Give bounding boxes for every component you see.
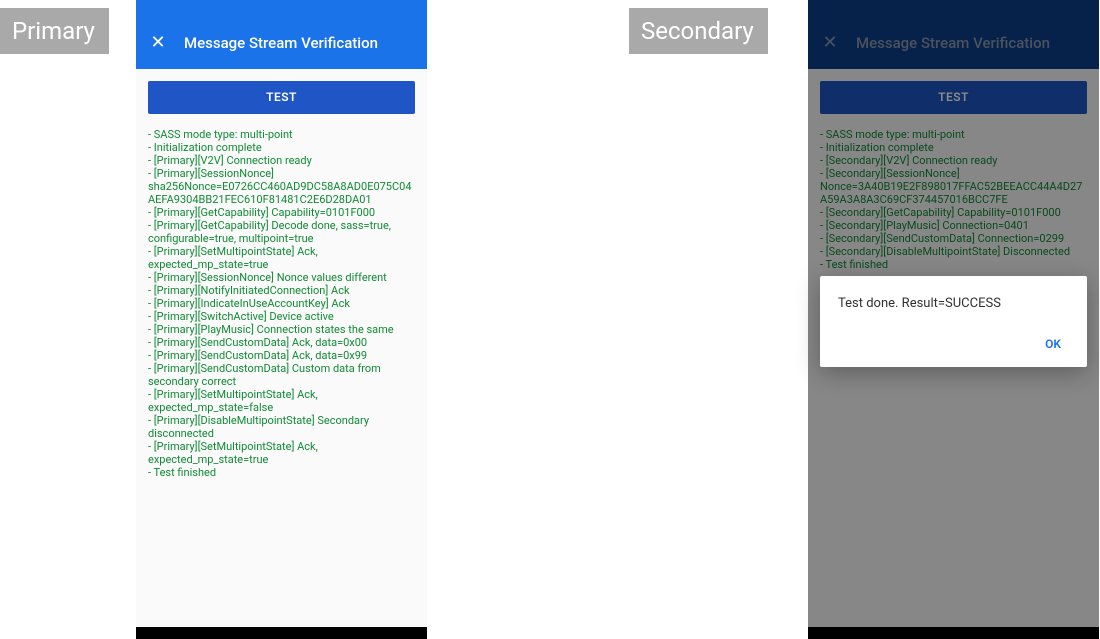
tag-primary-label: Primary — [12, 17, 95, 45]
navbar — [136, 627, 427, 639]
log-line: - [Primary][GetCapability] Capability=01… — [148, 206, 415, 219]
tag-secondary: Secondary — [629, 8, 768, 54]
log-line: - Initialization complete — [148, 141, 415, 154]
primary-content: TEST - SASS mode type: multi-point - Ini… — [136, 69, 427, 627]
appbar: ✕ Message Stream Verification — [136, 17, 427, 69]
log-line: - [Primary][SendCustomData] Ack, data=0x… — [148, 336, 415, 349]
primary-panel: ✕ Message Stream Verification TEST - SAS… — [136, 0, 427, 639]
appbar-title: Message Stream Verification — [184, 34, 378, 52]
secondary-panel: ✕ Message Stream Verification TEST - SAS… — [808, 0, 1099, 639]
log-line: - [Primary][SendCustomData] Ack, data=0x… — [148, 349, 415, 362]
test-button-label: TEST — [266, 90, 297, 104]
result-dialog: Test done. Result=SUCCESS OK — [820, 276, 1087, 367]
statusbar — [136, 0, 427, 17]
log-line: - [Primary][V2V] Connection ready — [148, 154, 415, 167]
log-line: - [Primary][SendCustomData] Custom data … — [148, 362, 415, 388]
log-line: - [Primary][DisableMultipointState] Seco… — [148, 414, 415, 440]
close-icon[interactable]: ✕ — [150, 35, 166, 51]
log-line: - [Primary][PlayMusic] Connection states… — [148, 323, 415, 336]
log-line: - SASS mode type: multi-point — [148, 128, 415, 141]
log-line: - [Primary][SetMultipointState] Ack, exp… — [148, 245, 415, 271]
dialog-ok-button[interactable]: OK — [1037, 329, 1069, 359]
tag-secondary-label: Secondary — [641, 17, 754, 45]
log-line: - [Primary][SwitchActive] Device active — [148, 310, 415, 323]
log-line: - [Primary][SetMultipointState] Ack, exp… — [148, 440, 415, 466]
log-line: - [Primary][NotifyInitiatedConnection] A… — [148, 284, 415, 297]
log-line: - [Primary][GetCapability] Decode done, … — [148, 219, 415, 245]
dialog-actions: OK — [838, 329, 1069, 359]
test-button[interactable]: TEST — [148, 81, 415, 114]
log-line: - [Primary][SessionNonce] sha256Nonce=E0… — [148, 167, 415, 206]
primary-log: - SASS mode type: multi-point - Initiali… — [148, 128, 415, 479]
log-line: - [Primary][IndicateInUseAccountKey] Ack — [148, 297, 415, 310]
log-line: - [Primary][SessionNonce] Nonce values d… — [148, 271, 415, 284]
dialog-message: Test done. Result=SUCCESS — [838, 296, 1069, 311]
log-line: - [Primary][SetMultipointState] Ack, exp… — [148, 388, 415, 414]
log-line: - Test finished — [148, 466, 415, 479]
tag-primary: Primary — [0, 8, 109, 54]
